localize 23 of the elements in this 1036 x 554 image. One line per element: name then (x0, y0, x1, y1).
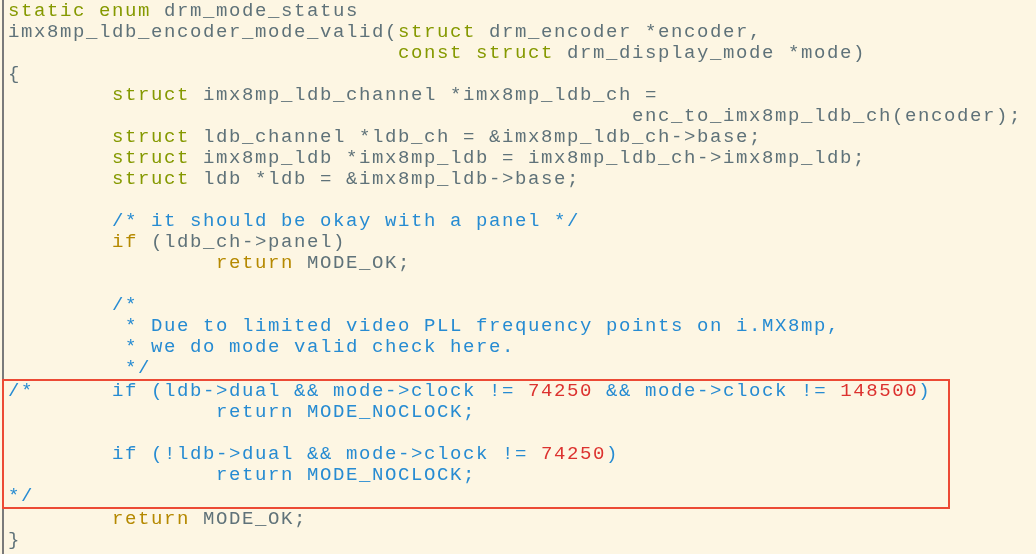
code-line: return MODE_OK; (216, 252, 412, 274)
code-line: if (!ldb->dual && mode->clock != 74250) (112, 443, 620, 465)
code-line: static enum drm_mode_status (8, 0, 360, 22)
code-line: /* if (ldb->dual && mode->clock != 74250 && mode->clock != 148500) (8, 380, 932, 402)
code-line: return MODE_NOCLOCK; (216, 464, 477, 486)
code-line: return MODE_OK; (112, 508, 308, 530)
code-line: /* it should be okay with a panel */ (112, 210, 581, 232)
code-line: struct ldb_channel *ldb_ch = &imx8mp_ldb_ch->base; (112, 126, 763, 148)
code-line: { (8, 63, 21, 85)
code-line: const struct drm_display_mode *mode) (398, 42, 867, 64)
code-line: } (8, 529, 21, 551)
code-line: * Due to limited video PLL frequency points on i.MX8mp, (125, 315, 841, 337)
code-line: struct ldb *ldb = &imx8mp_ldb->base; (112, 168, 581, 190)
code-line: return MODE_NOCLOCK; (216, 401, 477, 423)
code-line: * we do mode valid check here. (125, 336, 516, 358)
code-line: */ (125, 357, 151, 379)
code-line: imx8mp_ldb_encoder_mode_valid(struct drm_encoder *encoder, (8, 21, 763, 43)
code-line: /* (112, 294, 138, 316)
code-line: */ (8, 485, 34, 507)
code-line: struct imx8mp_ldb *imx8mp_ldb = imx8mp_ldb_ch->imx8mp_ldb; (112, 147, 867, 169)
code-line: if (ldb_ch->panel) (112, 231, 347, 253)
code-line: enc_to_imx8mp_ldb_ch(encoder); (632, 105, 1023, 127)
code-line: struct imx8mp_ldb_channel *imx8mp_ldb_ch = (112, 84, 659, 106)
